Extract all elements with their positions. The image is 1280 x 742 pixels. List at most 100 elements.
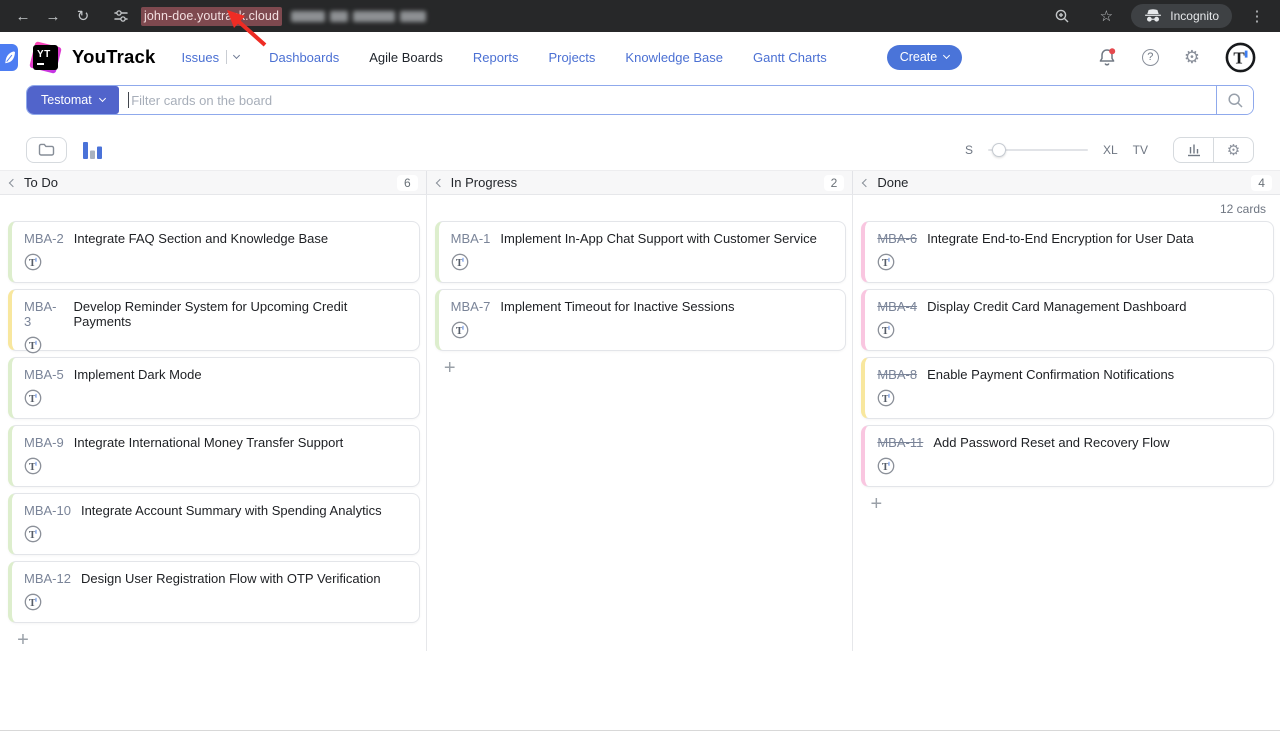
board-card[interactable]: MBA-11 Add Password Reset and Recovery F…	[861, 425, 1274, 487]
board-card[interactable]: MBA-7 Implement Timeout for Inactive Ses…	[435, 289, 847, 351]
card-header: MBA-8 Enable Payment Confirmation Notifi…	[877, 367, 1261, 382]
card-id[interactable]: MBA-5	[24, 367, 64, 382]
collapse-column-chevron-icon[interactable]	[9, 178, 17, 186]
backlog-folder-button[interactable]	[26, 137, 67, 163]
card-title: Display Credit Card Management Dashboard	[927, 299, 1186, 314]
size-min-label[interactable]: S	[965, 143, 973, 157]
card-id[interactable]: MBA-9	[24, 435, 64, 450]
nav-dashboards[interactable]: Dashboards	[269, 50, 339, 65]
column-count-badge: 2	[824, 175, 845, 191]
slider-knob[interactable]	[992, 143, 1006, 157]
card-title: Implement In-App Chat Support with Custo…	[500, 231, 816, 246]
zoom-icon[interactable]	[1051, 5, 1073, 27]
card-list: MBA-1 Implement In-App Chat Support with…	[435, 221, 847, 351]
collapse-column-chevron-icon[interactable]	[862, 178, 870, 186]
board-settings-button[interactable]: ⚙	[1213, 137, 1254, 163]
card-id[interactable]: MBA-8	[877, 367, 917, 382]
youtrack-logo-icon[interactable]: YT	[30, 42, 61, 73]
board-card[interactable]: MBA-6 Integrate End-to-End Encryption fo…	[861, 221, 1274, 283]
notifications-bell-icon[interactable]	[1097, 47, 1117, 68]
card-id[interactable]: MBA-2	[24, 231, 64, 246]
card-id[interactable]: MBA-1	[451, 231, 491, 246]
search-icon	[1227, 92, 1244, 109]
nav-knowledge-base[interactable]: Knowledge Base	[625, 50, 723, 65]
svg-text:T: T	[882, 258, 889, 269]
svg-text:T: T	[29, 341, 36, 352]
board-card[interactable]: MBA-2 Integrate FAQ Section and Knowledg…	[8, 221, 420, 283]
settings-gear-icon[interactable]: ⚙	[1184, 48, 1200, 66]
card-id[interactable]: MBA-11	[877, 435, 923, 450]
nav-projects[interactable]: Projects	[548, 50, 595, 65]
svg-text:T: T	[882, 326, 889, 337]
card-id[interactable]: MBA-12	[24, 571, 71, 586]
filter-input[interactable]: Filter cards on the board	[119, 86, 1216, 114]
board-card[interactable]: MBA-10 Integrate Account Summary with Sp…	[8, 493, 420, 555]
card-id[interactable]: MBA-10	[24, 503, 71, 518]
board-card[interactable]: MBA-12 Design User Registration Flow wit…	[8, 561, 420, 623]
add-card-button[interactable]: +	[12, 629, 34, 651]
extension-feather-icon[interactable]	[0, 44, 18, 71]
board-card[interactable]: MBA-3 Develop Reminder System for Upcomi…	[8, 289, 420, 351]
browser-forward-icon[interactable]: →	[42, 5, 64, 27]
incognito-icon	[1144, 9, 1162, 23]
create-button[interactable]: Create	[887, 45, 963, 70]
search-button[interactable]	[1216, 86, 1253, 114]
url-text[interactable]: john-doe.youtrack.cloud	[141, 7, 282, 26]
column-todo: MBA-2 Integrate FAQ Section and Knowledg…	[0, 195, 427, 651]
card-id[interactable]: MBA-3	[24, 299, 63, 329]
issues-dropdown-chevron-icon[interactable]	[233, 52, 240, 59]
page-bottom-divider	[0, 730, 1280, 731]
address-bar[interactable]: john-doe.youtrack.cloud	[110, 5, 1051, 27]
collapse-column-chevron-icon[interactable]	[435, 178, 443, 186]
board-card[interactable]: MBA-1 Implement In-App Chat Support with…	[435, 221, 847, 283]
browser-back-icon[interactable]: ←	[12, 5, 34, 27]
chart-view-button[interactable]	[82, 141, 104, 160]
site-settings-tune-icon[interactable]	[110, 5, 132, 27]
card-id[interactable]: MBA-6	[877, 231, 917, 246]
board-card[interactable]: MBA-9 Integrate International Money Tran…	[8, 425, 420, 487]
card-title: Develop Reminder System for Upcoming Cre…	[73, 299, 406, 329]
user-avatar[interactable]: T	[1225, 42, 1256, 73]
assignee-avatar: T	[24, 525, 407, 543]
nav-reports[interactable]: Reports	[473, 50, 519, 65]
browser-menu-icon[interactable]: ⋮	[1246, 5, 1268, 27]
help-icon[interactable]: ?	[1142, 49, 1159, 66]
view-buttons: ⚙	[1173, 137, 1254, 163]
card-title: Implement Timeout for Inactive Sessions	[500, 299, 734, 314]
bookmark-star-icon[interactable]: ☆	[1095, 5, 1117, 27]
svg-text:T: T	[1233, 48, 1245, 67]
tv-mode-label[interactable]: TV	[1133, 143, 1148, 157]
nav-gantt-charts[interactable]: Gantt Charts	[753, 50, 827, 65]
create-chevron-icon	[943, 52, 950, 59]
incognito-label: Incognito	[1170, 9, 1219, 23]
board-toolbar: S XL TV ⚙	[0, 136, 1280, 164]
chart-report-button[interactable]	[1173, 137, 1214, 163]
header-icons: ? ⚙ T	[1097, 42, 1256, 73]
nav-issues[interactable]: Issues	[182, 50, 220, 65]
card-size-slider[interactable]	[988, 142, 1088, 158]
card-id[interactable]: MBA-7	[451, 299, 491, 314]
card-title: Implement Dark Mode	[74, 367, 202, 382]
add-card-button[interactable]: +	[439, 357, 461, 379]
board-card[interactable]: MBA-8 Enable Payment Confirmation Notifi…	[861, 357, 1274, 419]
nav-agile-boards[interactable]: Agile Boards	[369, 50, 443, 65]
board-card[interactable]: MBA-5 Implement Dark Mode T	[8, 357, 420, 419]
folder-icon	[38, 143, 55, 157]
card-header: MBA-3 Develop Reminder System for Upcomi…	[24, 299, 407, 329]
card-size-controls: S XL TV ⚙	[965, 137, 1254, 163]
assignee-avatar: T	[877, 321, 1261, 339]
browser-reload-icon[interactable]: ↻	[72, 5, 94, 27]
card-id[interactable]: MBA-4	[877, 299, 917, 314]
app-name: YouTrack	[72, 46, 156, 68]
assignee-avatar: T	[877, 253, 1261, 271]
column-header-in-progress: In Progress 2	[427, 171, 854, 194]
svg-text:T: T	[456, 326, 463, 337]
card-header: MBA-1 Implement In-App Chat Support with…	[451, 231, 834, 246]
board-card[interactable]: MBA-4 Display Credit Card Management Das…	[861, 289, 1274, 351]
create-button-label: Create	[900, 50, 938, 64]
board-selector-button[interactable]: Testomat	[27, 86, 119, 114]
board-settings-gear-icon: ⚙	[1227, 143, 1240, 158]
size-max-label[interactable]: XL	[1103, 143, 1118, 157]
card-title: Add Password Reset and Recovery Flow	[933, 435, 1169, 450]
add-card-button[interactable]: +	[865, 493, 887, 515]
